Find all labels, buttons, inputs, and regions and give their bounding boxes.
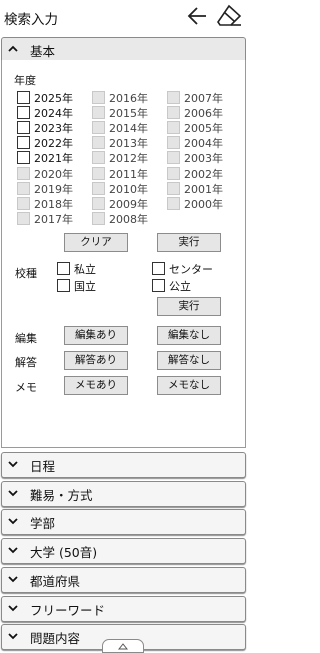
section-basic-header[interactable]: 基本 xyxy=(1,37,246,60)
clear-button[interactable]: クリア xyxy=(64,233,128,252)
eraser-icon[interactable] xyxy=(216,4,242,28)
edit-no-button[interactable]: 編集なし xyxy=(157,326,221,345)
year-run-button[interactable]: 実行 xyxy=(157,233,221,252)
checkbox xyxy=(92,196,105,210)
section-label: 大学 (50音) xyxy=(30,545,98,561)
checkbox xyxy=(92,106,105,120)
checkbox[interactable] xyxy=(152,279,165,292)
answer-no-button[interactable]: 解答なし xyxy=(157,351,221,370)
section-label: フリーワード xyxy=(30,602,106,618)
section-label: 都道府県 xyxy=(30,573,81,589)
checkbox xyxy=(17,181,30,195)
checkbox xyxy=(167,121,180,135)
checkbox[interactable] xyxy=(17,121,30,135)
section-label: 難易・方式 xyxy=(30,487,93,503)
section-header[interactable]: 日程 xyxy=(1,452,246,478)
checkbox xyxy=(92,211,105,225)
checkbox xyxy=(92,181,105,195)
memo-no-button[interactable]: メモなし xyxy=(157,376,221,395)
checkbox xyxy=(167,181,180,195)
section-header[interactable]: 難易・方式 xyxy=(1,480,246,507)
checkbox[interactable] xyxy=(152,262,165,275)
checkbox[interactable] xyxy=(17,91,30,104)
memo-yes-button[interactable]: メモあり xyxy=(64,376,128,395)
chevron-down-icon xyxy=(8,576,18,583)
edit-label: 編集 xyxy=(15,332,37,345)
section-basic-label: 基本 xyxy=(30,44,56,59)
school-run-button[interactable]: 実行 xyxy=(157,297,221,316)
section-label: 学部 xyxy=(30,516,56,532)
checkbox xyxy=(167,166,180,180)
page-title: 検索入力 xyxy=(4,12,58,28)
chevron-down-icon xyxy=(8,518,18,525)
year-label: 年度 xyxy=(14,74,36,87)
checkbox xyxy=(92,151,105,165)
checkbox[interactable] xyxy=(57,279,70,292)
basic-panel: 年度 2025年 2016年 2007年 2024年 2015年 2006年 2023年 20… xyxy=(1,60,246,448)
section-header[interactable]: 学部 xyxy=(1,509,246,536)
header: 検索入力 xyxy=(0,0,247,36)
answer-label: 解答 xyxy=(15,356,37,369)
section-header[interactable]: 都道府県 xyxy=(1,566,246,593)
checkbox xyxy=(92,91,105,104)
checkbox xyxy=(92,121,105,135)
chevron-down-icon xyxy=(8,547,18,554)
answer-yes-button[interactable]: 解答あり xyxy=(64,351,128,370)
checkbox[interactable] xyxy=(17,106,30,120)
checkbox[interactable] xyxy=(57,262,70,275)
section-header[interactable]: 大学 (50音) xyxy=(1,538,246,565)
checkbox xyxy=(167,151,180,165)
triangle-up-icon xyxy=(117,643,129,650)
arrow-left-icon[interactable] xyxy=(186,5,208,27)
checkbox xyxy=(167,196,180,210)
checkbox xyxy=(92,166,105,180)
section-label: 問題内容 xyxy=(30,631,81,647)
checkbox xyxy=(17,196,30,210)
checkbox xyxy=(167,106,180,120)
section-header[interactable]: フリーワード xyxy=(1,595,246,622)
chevron-down-icon xyxy=(8,461,18,468)
chevron-down-icon xyxy=(8,490,18,496)
chevron-up-icon xyxy=(8,45,18,52)
section-label: 日程 xyxy=(30,459,56,474)
memo-label: メモ xyxy=(15,381,37,394)
scroll-top-button[interactable] xyxy=(102,639,144,653)
checkbox xyxy=(92,136,105,150)
chevron-down-icon xyxy=(8,604,18,611)
checkbox xyxy=(167,91,180,104)
checkbox xyxy=(17,211,30,225)
checkbox[interactable] xyxy=(17,136,30,150)
checkbox xyxy=(167,136,180,150)
checkbox xyxy=(17,166,30,180)
edit-yes-button[interactable]: 編集あり xyxy=(64,326,128,345)
checkbox[interactable] xyxy=(17,151,30,165)
chevron-down-icon xyxy=(8,633,18,640)
school-type-label: 校種 xyxy=(15,267,37,280)
